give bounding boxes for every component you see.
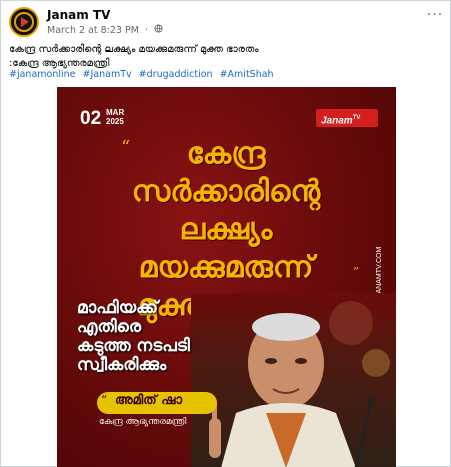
janam-logo-icon <box>11 9 37 35</box>
speaker-quote-mark: “ <box>101 393 108 407</box>
website-watermark: JANAMTV.COM <box>376 246 383 297</box>
caption-line-1: കേന്ദ്ര സർക്കാരിന്റെ ലക്ഷ്യം മയക്കുമരുന്… <box>9 44 259 55</box>
headline-line-3: ലക്ഷ്യം <box>179 212 273 247</box>
subhead-line-3: കടുത്ത നടപടി <box>77 336 190 356</box>
post-meta: March 2 at 8:23 PM · <box>47 24 163 36</box>
post-image[interactable]: 02 MAR 2025 JanamTV “ കേന്ദ്ര സർക്കാരിന്… <box>57 87 396 467</box>
page-name-link[interactable]: Janam TV <box>47 8 110 22</box>
speaker-name: അമിത് ഷാ <box>115 393 183 408</box>
globe-icon <box>154 24 163 36</box>
subhead-line-1: മാഫിയക്ക് <box>77 298 158 318</box>
hashtag-link[interactable]: #JanamTv <box>83 69 132 80</box>
headline-line-1: കേന്ദ്ര <box>186 136 266 171</box>
post-header: Janam TV March 2 at 8:23 PM · ··· <box>9 7 446 37</box>
hashtag-link[interactable]: #drugaddiction <box>139 69 213 80</box>
poster-date-year: 2025 <box>106 117 124 126</box>
headline-line-4: മയക്കുമരുന്ന് <box>138 250 314 285</box>
post-timestamp[interactable]: March 2 at 8:23 PM <box>47 25 139 36</box>
headline-line-2: സർക്കാരിന്റെ <box>131 174 321 209</box>
meta-separator: · <box>141 24 151 36</box>
brand-suffix: TV <box>352 115 361 121</box>
post-card: Janam TV March 2 at 8:23 PM · ··· കേന്ദ്… <box>0 0 451 467</box>
hashtag-link[interactable]: #AmitShah <box>220 69 274 80</box>
more-dots-icon[interactable]: ··· <box>426 8 444 24</box>
poster-subhead: മാഫിയക്ക് എതിരെ കടുത്ത നടപടി സ്വീകരിക്കു… <box>77 299 277 375</box>
quote-close-mark: ” <box>353 265 360 279</box>
page-avatar[interactable] <box>9 7 39 37</box>
post-caption: കേന്ദ്ര സർക്കാരിന്റെ ലക്ഷ്യം മയക്കുമരുന്… <box>9 43 445 71</box>
poster-date-month: MAR <box>106 108 125 117</box>
speaker-role: കേന്ദ്ര ആഭ്യന്തരമന്ത്രി <box>99 417 187 427</box>
janam-tv-logo: JanamTV <box>316 109 378 127</box>
brand-name: Janam <box>321 115 353 127</box>
hashtag-link[interactable]: #janamonline <box>9 69 76 80</box>
poster-date-day: 02 <box>80 108 102 129</box>
hashtag-list: #janamonline #JanamTv #drugaddiction #Am… <box>9 69 278 80</box>
subhead-line-2: എതിരെ <box>77 317 141 337</box>
subhead-line-4: സ്വീകരിക്കും <box>77 355 167 375</box>
